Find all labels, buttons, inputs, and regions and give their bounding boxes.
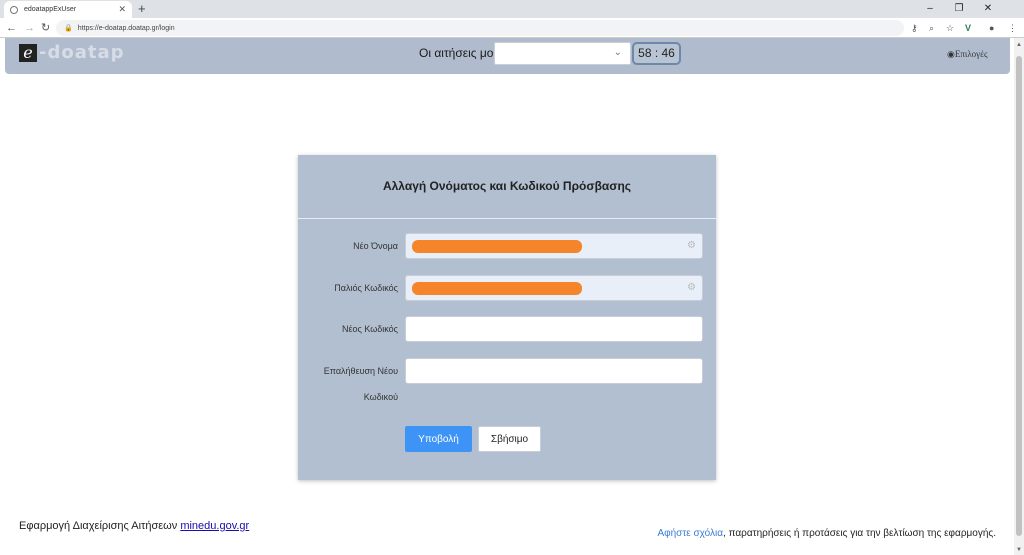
minedu-link[interactable]: minedu.gov.gr — [180, 520, 249, 532]
restore-button[interactable]: ❐ — [945, 0, 973, 18]
submit-button[interactable]: Υποβολή — [405, 426, 472, 452]
lock-icon: 🔒 — [64, 25, 73, 32]
new-tab-button[interactable]: + — [138, 1, 146, 17]
scrollbar-thumb[interactable] — [1016, 56, 1022, 536]
autofill-key-icon[interactable]: ⚙ — [687, 282, 696, 293]
logo-e: e — [19, 43, 37, 62]
feedback-link[interactable]: Αφήστε σχόλια — [657, 528, 723, 539]
new-password-input[interactable] — [405, 316, 703, 342]
address-bar[interactable]: 🔒 https://e-doatap.doatap.gr/login — [56, 20, 904, 36]
minimize-button[interactable]: – — [916, 0, 944, 18]
profile-icon[interactable]: ● — [989, 21, 994, 35]
zoom-icon[interactable]: ⌕ — [929, 21, 934, 35]
confirm-password-label-line1: Επαλήθευση Νέου — [323, 366, 398, 376]
browser-tabstrip: edoatappExUser ✕ + – ❐ ✕ — [0, 0, 1024, 18]
confirm-password-label-line2: Κωδικού — [363, 392, 398, 402]
redaction-mark — [412, 240, 582, 253]
clear-button[interactable]: Σβήσιμο — [478, 426, 541, 452]
star-icon[interactable]: ☆ — [946, 21, 954, 35]
autofill-key-icon[interactable]: ⚙ — [687, 240, 696, 251]
confirm-password-input[interactable] — [405, 358, 703, 384]
scroll-up-icon[interactable]: ▲ — [1016, 42, 1022, 48]
old-password-label: Παλιός Κωδικός — [334, 283, 398, 293]
tab-close-icon[interactable]: ✕ — [118, 4, 126, 15]
card-title: Αλλαγή Ονόματος και Κωδικού Πρόσβασης — [382, 179, 632, 193]
footer-feedback: Αφήστε σχόλια, παρατηρήσεις ή προτάσεις … — [657, 528, 996, 539]
browser-tab[interactable]: edoatappExUser ✕ — [4, 1, 132, 18]
back-arrow-icon[interactable]: ← — [6, 20, 17, 36]
radio-icon: ◉ — [947, 49, 955, 59]
new-password-label: Νέος Κωδικός — [341, 324, 398, 334]
chevron-down-icon: ⌄ — [613, 47, 622, 58]
window-close-button[interactable]: ✕ — [974, 0, 1002, 18]
new-name-input[interactable]: ⚙ — [405, 233, 703, 259]
page-scrollbar[interactable]: ▲ ▼ — [1014, 38, 1024, 555]
applications-select[interactable]: ⌄ — [494, 42, 631, 65]
scroll-down-icon[interactable]: ▼ — [1016, 547, 1022, 553]
new-name-label: Νέο Όνομα — [353, 241, 398, 251]
key-icon[interactable]: ⚷ — [911, 21, 918, 35]
change-credentials-card: Αλλαγή Ονόματος και Κωδικού Πρόσβασης Νέ… — [298, 155, 716, 480]
site-header: e -doatap Οι αιτήσεις μου ⌄ 58 : 46 ◉Επι… — [5, 38, 1010, 74]
forward-arrow-icon[interactable]: → — [24, 20, 35, 36]
old-password-input[interactable]: ⚙ — [405, 275, 703, 301]
redaction-mark — [412, 282, 582, 295]
extension-icon[interactable]: V — [965, 21, 971, 35]
globe-icon — [10, 5, 18, 14]
footer-right-text: , παρατηρήσεις ή προτάσεις για την βελτί… — [723, 528, 996, 539]
applications-label: Οι αιτήσεις μου — [419, 46, 501, 60]
footer-app-info: Εφαρμογή Διαχείρισης Αιτήσεων minedu.gov… — [19, 520, 249, 532]
browser-toolbar: ← → ↻ 🔒 https://e-doatap.doatap.gr/login… — [0, 18, 1024, 38]
card-divider — [298, 218, 716, 219]
reload-icon[interactable]: ↻ — [41, 20, 50, 36]
options-label: Επιλογές — [954, 49, 988, 59]
logo-text: -doatap — [39, 42, 125, 63]
tab-title: edoatappExUser — [24, 6, 77, 13]
session-timer: 58 : 46 — [632, 42, 681, 65]
footer-left-text: Εφαρμογή Διαχείρισης Αιτήσεων — [19, 520, 181, 532]
options-menu[interactable]: ◉Επιλογές — [947, 49, 988, 60]
url-text: https://e-doatap.doatap.gr/login — [77, 24, 175, 32]
doatap-logo[interactable]: e -doatap — [19, 42, 125, 63]
menu-icon[interactable]: ⋮ — [1008, 21, 1017, 35]
